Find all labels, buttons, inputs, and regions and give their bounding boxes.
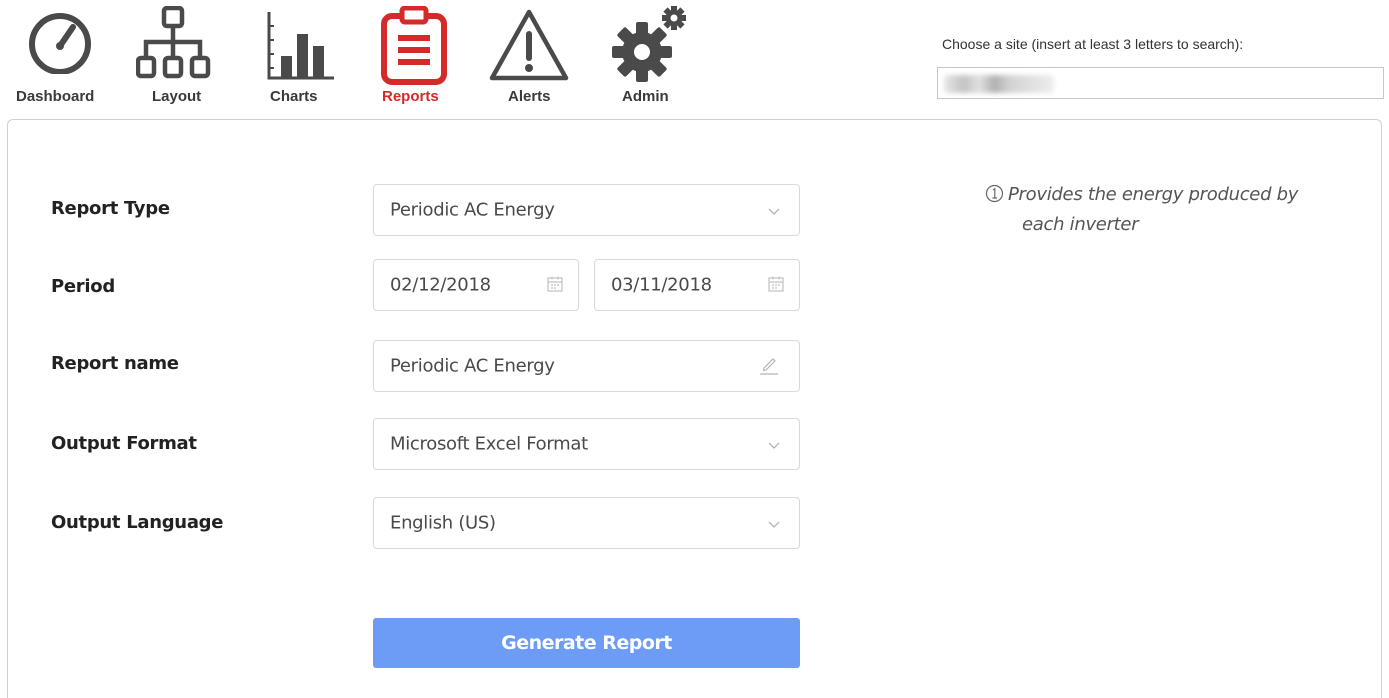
- bar-chart-icon: [267, 12, 334, 80]
- generate-report-button[interactable]: Generate Report: [373, 618, 800, 668]
- period-end-date-field[interactable]: 03/11/2018: [594, 259, 800, 311]
- site-search-label: Choose a site (insert at least 3 letters…: [942, 36, 1244, 52]
- period-start-date-field[interactable]: 02/12/2018: [373, 259, 579, 311]
- info-icon: [985, 184, 1004, 203]
- dashboard-gauge-icon: [29, 13, 91, 74]
- pencil-edit-icon: [760, 358, 778, 375]
- chevron-down-icon: [768, 442, 780, 449]
- nav-item-reports[interactable]: Reports: [380, 0, 460, 112]
- warning-triangle-icon: [489, 9, 569, 81]
- period-end-value: 03/11/2018: [611, 274, 712, 296]
- nav-label-layout: Layout: [152, 88, 202, 105]
- site-search-input[interactable]: [938, 68, 1383, 98]
- main-nav: Dashboard Layout Charts Reports Alerts A…: [0, 0, 700, 118]
- output-format-label: Output Format: [51, 433, 197, 454]
- nav-item-charts[interactable]: Charts: [264, 0, 344, 112]
- nav-item-layout[interactable]: Layout: [136, 0, 226, 112]
- report-type-label: Report Type: [51, 198, 170, 219]
- period-start-value: 02/12/2018: [390, 274, 491, 296]
- gears-icon: [612, 6, 686, 82]
- report-type-select[interactable]: Periodic AC Energy: [373, 184, 800, 236]
- output-format-value: Microsoft Excel Format: [390, 433, 588, 455]
- nav-item-dashboard[interactable]: Dashboard: [16, 0, 116, 112]
- output-language-label: Output Language: [51, 512, 224, 533]
- nav-label-alerts: Alerts: [508, 88, 551, 105]
- report-type-description: Provides the energy produced by each inv…: [985, 180, 1325, 240]
- nav-item-admin[interactable]: Admin: [608, 0, 698, 112]
- layout-sitemap-icon: [136, 6, 211, 79]
- chevron-down-icon: [768, 208, 780, 215]
- calendar-icon[interactable]: [546, 275, 564, 293]
- period-label: Period: [51, 276, 115, 297]
- nav-label-admin: Admin: [622, 88, 669, 105]
- calendar-icon[interactable]: [767, 275, 785, 293]
- nav-label-dashboard: Dashboard: [16, 88, 95, 105]
- report-name-value: Periodic AC Energy: [390, 355, 555, 377]
- report-name-input[interactable]: Periodic AC Energy: [373, 340, 800, 392]
- description-line-1: Provides the energy produced by: [985, 180, 1325, 210]
- nav-label-charts: Charts: [270, 88, 318, 105]
- output-language-select[interactable]: English (US): [373, 497, 800, 549]
- description-text-line-1: Provides the energy produced by: [1008, 184, 1299, 205]
- report-type-value: Periodic AC Energy: [390, 199, 555, 221]
- clipboard-report-icon: [381, 6, 447, 85]
- report-name-label: Report name: [51, 353, 179, 374]
- description-text-line-2: each inverter: [1022, 214, 1139, 235]
- site-search-field[interactable]: [937, 67, 1384, 99]
- output-format-select[interactable]: Microsoft Excel Format: [373, 418, 800, 470]
- chevron-down-icon: [768, 521, 780, 528]
- nav-label-reports: Reports: [382, 88, 439, 105]
- nav-item-alerts[interactable]: Alerts: [488, 0, 578, 112]
- output-language-value: English (US): [390, 512, 496, 534]
